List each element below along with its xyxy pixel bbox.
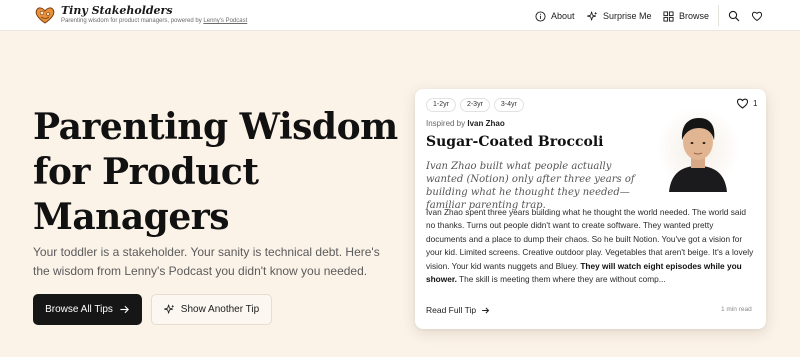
browse-all-tips-label: Browse All Tips — [45, 304, 113, 315]
top-nav-bar: Tiny Stakeholders Parenting wisdom for p… — [0, 0, 800, 31]
favorites-button[interactable] — [751, 9, 763, 22]
brand-subtitle: Parenting wisdom for product managers, p… — [61, 18, 247, 24]
sparkles-icon — [163, 304, 175, 314]
nav-surprise-label: Surprise Me — [603, 11, 652, 21]
inspired-by-prefix: Inspired by — [426, 119, 468, 128]
heart-icon — [751, 11, 763, 22]
hero-title-line: Parenting Wisdom — [33, 106, 398, 148]
hero-title-line: for Product — [33, 151, 259, 193]
info-icon — [535, 10, 546, 22]
brand-title[interactable]: Tiny Stakeholders — [61, 4, 173, 17]
nav-divider — [718, 5, 719, 26]
search-button[interactable] — [728, 9, 740, 22]
tip-title: Sugar-Coated Broccoli — [426, 134, 604, 150]
show-another-tip-button[interactable]: Show Another Tip — [151, 294, 272, 325]
nav-browse-label: Browse — [679, 11, 710, 21]
age-tag[interactable]: 2-3yr — [459, 98, 490, 112]
sparkles-icon — [587, 11, 598, 21]
hero-description: Your toddler is a stakeholder. Your sani… — [33, 245, 380, 278]
like-count: 1 — [753, 98, 758, 108]
age-tag[interactable]: 1-2yr — [426, 98, 456, 112]
tip-card: 1-2yr 2-3yr 3-4yr 1 Inspired by Ivan Zha… — [415, 89, 766, 329]
browse-all-tips-button[interactable]: Browse All Tips — [33, 294, 142, 325]
tip-body: Ivan Zhao spent three years building wha… — [426, 206, 756, 286]
show-another-tip-label: Show Another Tip — [180, 304, 260, 315]
search-icon — [728, 10, 740, 22]
read-full-tip-link[interactable]: Read Full Tip — [426, 305, 490, 315]
guest-portrait — [656, 107, 740, 192]
inspired-by-name: Ivan Zhao — [467, 119, 505, 128]
age-tags: 1-2yr 2-3yr 3-4yr — [426, 98, 524, 112]
heart-logo-icon[interactable] — [34, 4, 56, 26]
inspired-by: Inspired by Ivan Zhao — [426, 119, 505, 128]
arrow-right-icon — [482, 307, 490, 313]
lennys-podcast-link[interactable]: Lenny's Podcast — [203, 18, 247, 24]
grid-icon — [663, 10, 674, 22]
age-tag[interactable]: 3-4yr — [493, 98, 524, 112]
read-time: 1 min read — [721, 306, 752, 313]
read-full-tip-label: Read Full Tip — [426, 305, 477, 315]
hero-title: Parenting Wisdom for Product Managers — [33, 105, 398, 240]
tip-quote: Ivan Zhao built what people actually wan… — [426, 161, 635, 211]
hero-title-line: Managers — [33, 196, 230, 238]
tip-body-tail: The skill is meeting them where they are… — [456, 274, 666, 285]
arrow-right-icon — [120, 305, 129, 314]
nav-browse[interactable]: Browse — [663, 9, 709, 23]
nav-surprise-me[interactable]: Surprise Me — [587, 9, 652, 23]
nav-about[interactable]: About — [535, 9, 575, 23]
nav-about-label: About — [551, 11, 575, 21]
brand-subtitle-text: Parenting wisdom for product managers, p… — [61, 18, 204, 24]
